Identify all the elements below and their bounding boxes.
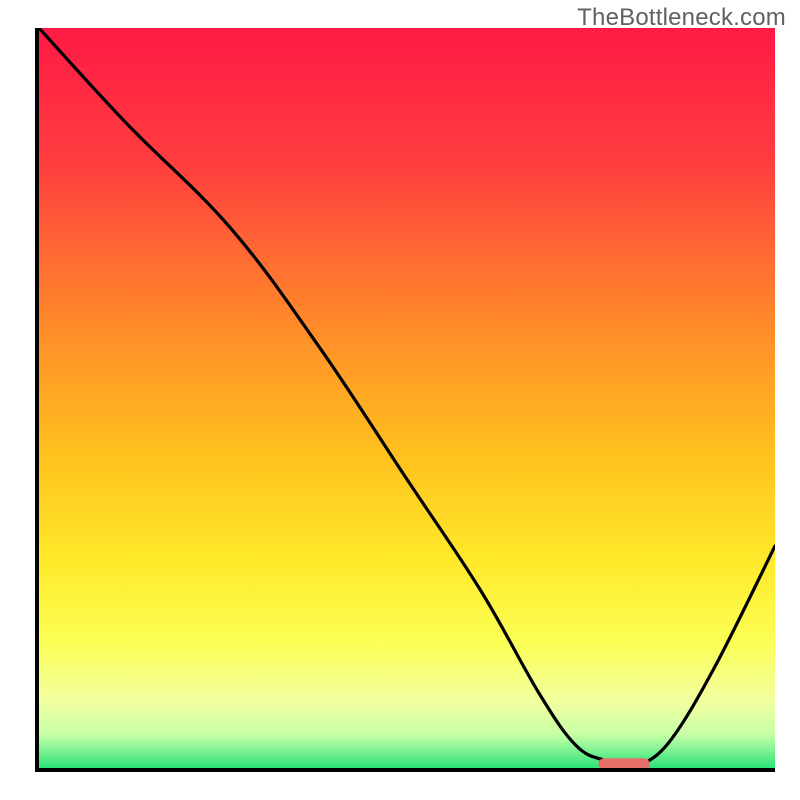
chart-svg [39, 28, 775, 768]
chart-stage: TheBottleneck.com [0, 0, 800, 800]
min-marker [598, 758, 650, 768]
plot-area [35, 28, 775, 772]
watermark-text: TheBottleneck.com [577, 4, 786, 32]
gradient-rect [39, 28, 775, 768]
